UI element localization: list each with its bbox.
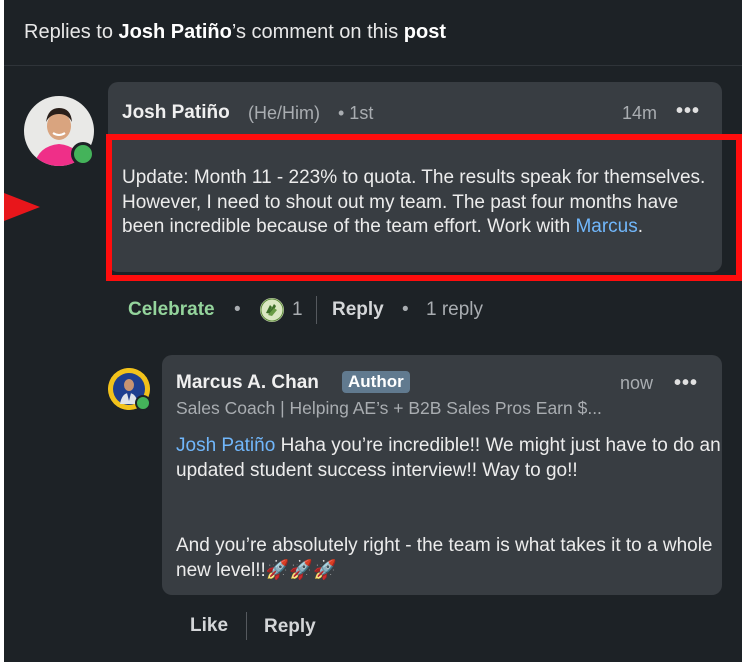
annotation-arrow: [4, 193, 40, 221]
josh-online-indicator: [71, 142, 95, 166]
josh-connection-degree: • 1st: [338, 103, 374, 123]
marcus-reply-time: now: [620, 373, 654, 393]
celebrate-button[interactable]: Celebrate: [128, 299, 215, 321]
marcus-reply-body-2: And you’re absolutely right - the team i…: [176, 535, 713, 581]
action-separator: [246, 612, 247, 640]
marcus-headline: Sales Coach | Helping AE’s + B2B Sales P…: [176, 398, 602, 418]
josh-more-options-icon[interactable]: •••: [676, 100, 700, 123]
marcus-reply-body: Josh Patiño Haha you’re incredible!! We …: [176, 433, 722, 483]
action-dot: •: [234, 299, 241, 320]
title-post-link[interactable]: post: [404, 21, 446, 43]
author-badge: Author: [342, 371, 410, 393]
marcus-name[interactable]: Marcus A. Chan: [176, 372, 319, 394]
comment-thread-panel: Replies to Josh Patiño’s comment on this…: [4, 0, 742, 662]
josh-name[interactable]: Josh Patiño: [122, 102, 230, 124]
josh-comment-time: 14m: [622, 103, 658, 123]
reply-count-link[interactable]: 1 reply: [426, 299, 483, 321]
marcus-more-options-icon[interactable]: •••: [674, 372, 698, 395]
reaction-count[interactable]: 1: [292, 299, 303, 321]
title-prefix: Replies to: [24, 21, 119, 43]
action-separator: [316, 296, 317, 324]
highlight-annotation-box: [106, 134, 742, 281]
action-dot: •: [402, 299, 409, 320]
marcus-reply-bubble: Marcus A. Chan Author Sales Coach | Help…: [162, 355, 722, 595]
title-author-link[interactable]: Josh Patiño: [119, 21, 232, 43]
josh-pronouns: (He/Him): [248, 103, 320, 123]
title-middle: ’s comment on this: [231, 21, 404, 43]
thread-title: Replies to Josh Patiño’s comment on this…: [24, 21, 446, 44]
josh-mention-link[interactable]: Josh Patiño: [176, 435, 275, 456]
like-button[interactable]: Like: [190, 615, 228, 637]
thread-header: Replies to Josh Patiño’s comment on this…: [4, 0, 742, 66]
celebrate-reaction-icon: [260, 298, 284, 322]
reply-button[interactable]: Reply: [332, 299, 384, 321]
marcus-online-indicator: [135, 395, 151, 411]
reply-to-reply-button[interactable]: Reply: [264, 616, 316, 638]
